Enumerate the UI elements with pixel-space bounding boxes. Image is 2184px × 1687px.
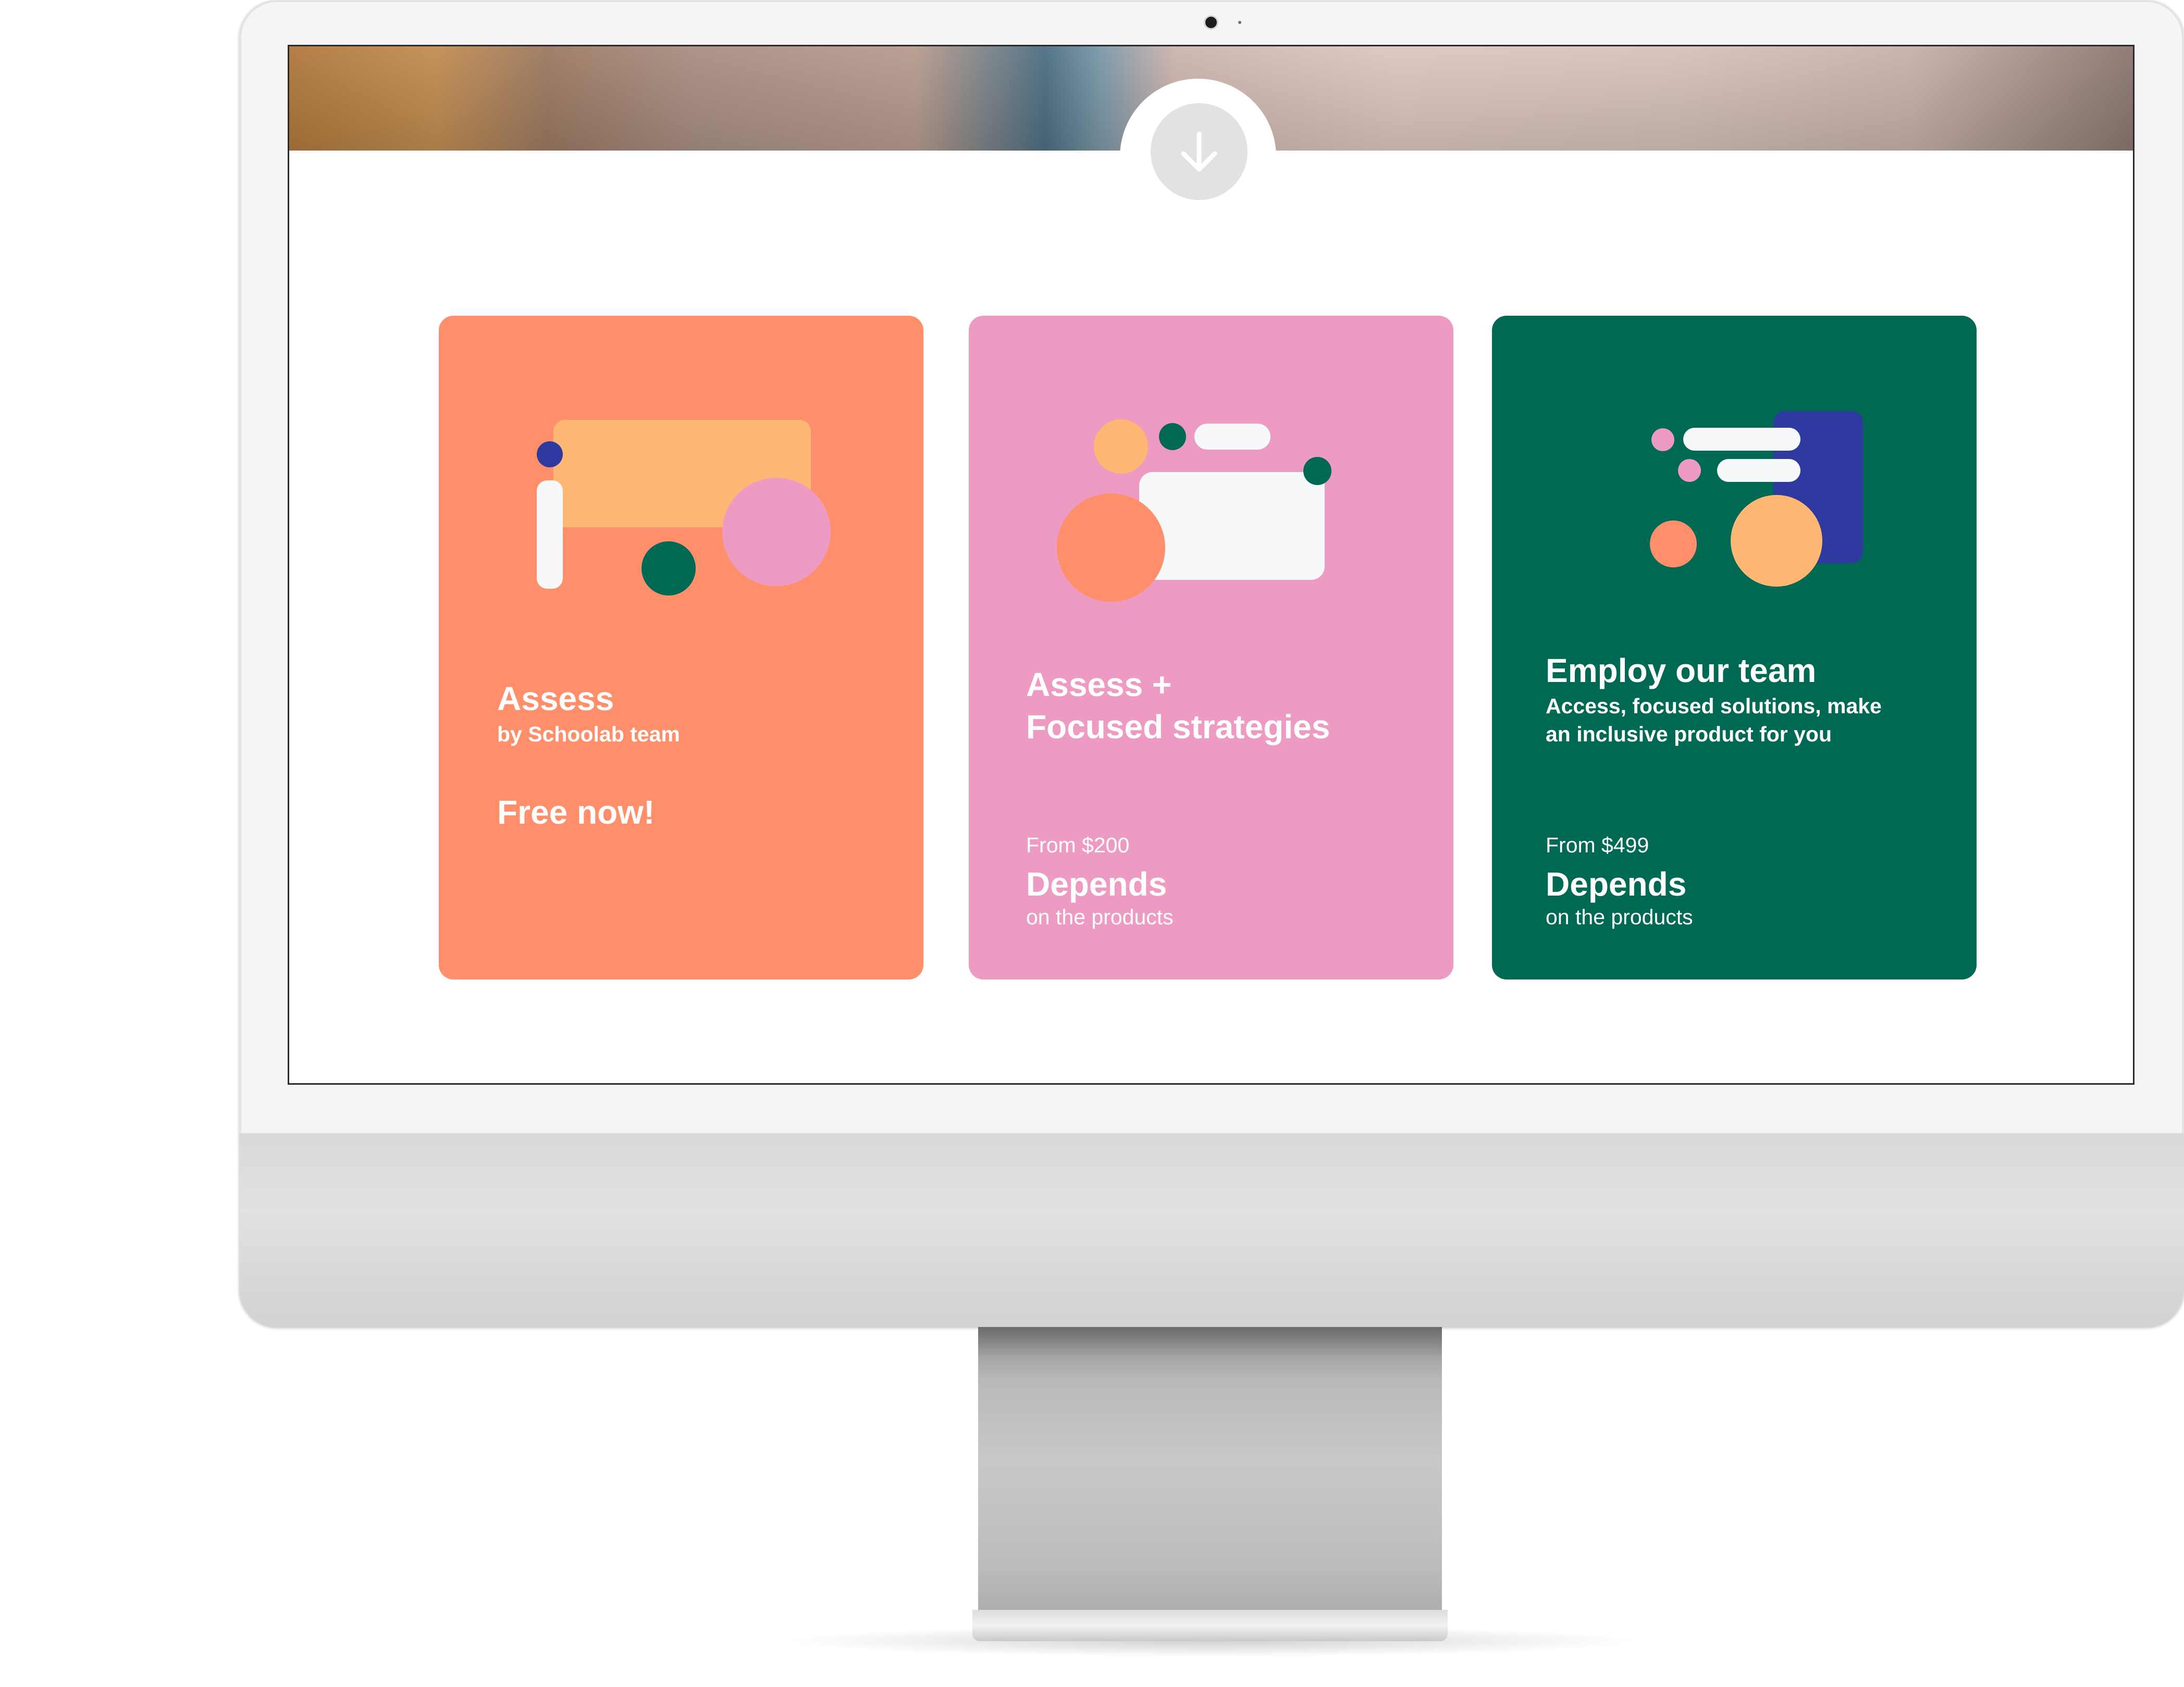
card-price-main: Depends <box>1026 865 1167 903</box>
monitor-chin <box>239 1133 2184 1327</box>
card-title-line-2: Focused strategies <box>1026 708 1330 746</box>
arrow-down-icon <box>1181 131 1217 172</box>
card-illustration <box>1650 411 1863 587</box>
monitor-stand <box>978 1327 1442 1626</box>
card-title-line-1: Assess + <box>1026 666 1172 703</box>
card-illustration <box>537 420 831 596</box>
card-subtitle-line-2: an inclusive product for you <box>1546 722 1832 746</box>
scroll-down-button[interactable] <box>1151 103 1248 200</box>
card-price-highlight: Free now! <box>497 793 655 831</box>
monitor-base <box>972 1610 1448 1641</box>
pricing-card-employ-team[interactable]: Employ our team Access, focused solution… <box>1492 316 1977 979</box>
card-price-note: on the products <box>1026 905 1174 929</box>
imac-monitor: Assess by Schoolab team Free now! Assess… <box>239 0 2184 1327</box>
card-price-note: on the products <box>1546 905 1693 929</box>
card-price-main: Depends <box>1546 865 1687 903</box>
card-illustration <box>1057 419 1331 602</box>
card-price-from: From $499 <box>1546 833 1649 857</box>
pricing-card-assess[interactable]: Assess by Schoolab team Free now! <box>439 316 923 979</box>
card-subtitle: by Schoolab team <box>497 722 680 746</box>
card-subtitle-line-1: Access, focused solutions, make <box>1546 694 1882 718</box>
card-title: Assess <box>497 680 614 717</box>
card-price-from: From $200 <box>1026 833 1130 857</box>
pricing-card-assess-focused[interactable]: Assess + Focused strategies From $200 De… <box>969 316 1453 979</box>
webcam <box>1205 17 1217 28</box>
screen: Assess by Schoolab team Free now! Assess… <box>289 46 2133 1083</box>
light-sensor <box>1238 21 1241 24</box>
card-title: Employ our team <box>1546 652 1817 689</box>
